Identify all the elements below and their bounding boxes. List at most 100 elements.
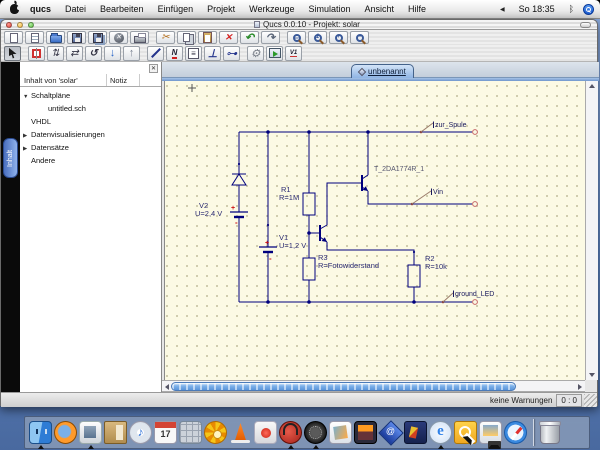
column-divider[interactable]	[139, 74, 140, 86]
dock-firefox-icon[interactable]	[54, 421, 77, 444]
insert-wire-label-button[interactable]	[166, 46, 183, 61]
mirror-about-x-button[interactable]	[47, 46, 64, 61]
sidebar-tab-inhalt[interactable]: Inhalt	[3, 138, 18, 178]
schematic-canvas[interactable]: + - V2 U=2,4 V + - V1 U=1,2 V R1	[164, 81, 585, 380]
new-text-document-button[interactable]	[25, 31, 44, 44]
zoom-out-button[interactable]	[350, 31, 369, 44]
dock-photo-viewer-icon[interactable]	[329, 421, 352, 444]
horizontal-scrollbar[interactable]	[162, 380, 585, 392]
pop-out-of-subcircuit-button[interactable]	[123, 46, 140, 61]
tree-item-andere[interactable]: Andere	[20, 154, 161, 167]
rotate-component-button[interactable]	[85, 46, 102, 61]
menu-werkzeuge[interactable]: Werkzeuge	[242, 0, 301, 19]
battery-v1[interactable]: + - V1 U=1,2 V	[259, 233, 306, 263]
dock-compass-dial-icon[interactable]	[304, 421, 327, 444]
dock-safari-icon[interactable]	[504, 421, 527, 444]
wire-net[interactable]	[239, 132, 472, 302]
close-file-button[interactable]	[109, 31, 128, 44]
delete-button[interactable]	[219, 31, 238, 44]
resistor-r1[interactable]: R1 R=1M	[279, 185, 315, 215]
transistor-q1[interactable]: T_2DA1774R_1	[362, 166, 424, 191]
cut-button[interactable]	[156, 31, 175, 44]
menu-projekt[interactable]: Projekt	[200, 0, 242, 19]
push-into-subcircuit-button[interactable]	[104, 46, 121, 61]
volume-icon[interactable]	[493, 0, 512, 20]
net-label-vin[interactable]: Vin	[411, 189, 443, 206]
deactivate-component-button[interactable]	[28, 46, 45, 61]
dock-ical-icon[interactable]: 17	[154, 421, 177, 444]
dock-blue-diamond-app-icon[interactable]	[379, 421, 402, 444]
toolbar-toggle-pill[interactable]	[580, 22, 591, 28]
battery-v2[interactable]: + - V2 U=2,4 V	[195, 201, 248, 227]
menu-clock[interactable]: So 18:35	[512, 0, 562, 19]
new-document-button[interactable]	[4, 31, 23, 44]
scroll-down-arrow-icon[interactable]	[589, 373, 595, 377]
spotlight-icon[interactable]	[583, 4, 594, 15]
menu-hilfe[interactable]: Hilfe	[401, 0, 433, 19]
dock-preview-icon[interactable]	[79, 421, 102, 444]
minimize-window-button[interactable]	[17, 22, 23, 28]
horizontal-scroll-thumb[interactable]	[171, 382, 516, 391]
tree-item-datenvisualisierungen[interactable]: ▶Datenvisualisierungen	[20, 128, 161, 141]
dock-audio-app-icon[interactable]	[279, 421, 302, 444]
dock-finder-icon[interactable]	[29, 421, 52, 444]
open-file-button[interactable]	[46, 31, 65, 44]
set-marker-button[interactable]	[285, 46, 302, 61]
insert-ground-button[interactable]	[204, 46, 221, 61]
dock-photo-editor-icon[interactable]	[354, 421, 377, 444]
tree-item-schaltplaene[interactable]: ▼Schaltpläne	[20, 89, 161, 102]
zoom-in-button[interactable]	[329, 31, 348, 44]
dock-calculator-icon[interactable]	[179, 421, 202, 444]
vertical-scrollbar[interactable]	[585, 81, 598, 380]
redo-button[interactable]	[261, 31, 280, 44]
tab-unbenannt[interactable]: unbenannt	[351, 64, 414, 78]
select-pointer-button[interactable]	[4, 46, 21, 61]
apple-menu-icon[interactable]	[10, 4, 19, 14]
menu-simulation[interactable]: Simulation	[301, 0, 357, 19]
tree-item-untitled-sch[interactable]: untitled.sch	[20, 102, 161, 115]
scroll-right-arrow-icon[interactable]	[578, 384, 582, 390]
dock-address-book-icon[interactable]	[104, 421, 127, 444]
dock-internet-explorer-icon[interactable]	[429, 421, 452, 444]
menu-datei[interactable]: Datei	[58, 0, 93, 19]
dock-toast-icon[interactable]	[254, 421, 277, 444]
mirror-about-y-button[interactable]	[66, 46, 83, 61]
column-divider[interactable]	[106, 74, 107, 86]
zoom-one-to-one-button[interactable]	[308, 31, 327, 44]
dock-sherlock-icon[interactable]	[454, 421, 477, 444]
menu-ansicht[interactable]: Ansicht	[358, 0, 402, 19]
print-button[interactable]	[130, 31, 149, 44]
insert-equation-button[interactable]	[185, 46, 202, 61]
open-node-circles[interactable]	[473, 130, 478, 305]
scroll-up-arrow-icon[interactable]	[589, 84, 595, 88]
scroll-left-arrow-icon[interactable]	[165, 384, 169, 390]
dock-itunes-icon[interactable]	[129, 421, 152, 444]
dock-trash-icon[interactable]	[540, 423, 560, 444]
transistor-q2[interactable]	[320, 225, 327, 242]
tree-item-datensaetze[interactable]: ▶Datensätze	[20, 141, 161, 154]
panel-close-button[interactable]	[149, 64, 158, 73]
save-all-button[interactable]	[88, 31, 107, 44]
menu-qucs[interactable]: qucs	[23, 0, 58, 19]
insert-wire-button[interactable]	[147, 46, 164, 61]
close-window-button[interactable]	[6, 22, 12, 28]
diode-component[interactable]	[232, 174, 246, 185]
tree-item-vhdl[interactable]: VHDL	[20, 115, 161, 128]
copy-button[interactable]	[177, 31, 196, 44]
dock-nti-cd-burner-icon[interactable]	[204, 421, 227, 444]
view-data-display-button[interactable]	[266, 46, 283, 61]
bluetooth-icon[interactable]	[562, 0, 581, 19]
dock-vlc-icon[interactable]	[229, 421, 252, 444]
expand-arrow-icon[interactable]: ▼	[23, 91, 31, 104]
dock-iphoto-icon[interactable]	[479, 421, 502, 444]
resistor-r3[interactable]: R3 R=Fotowiderstand	[303, 253, 379, 280]
zoom-fit-button[interactable]	[287, 31, 306, 44]
menu-einfuegen[interactable]: Einfügen	[151, 0, 201, 19]
insert-port-button[interactable]	[223, 46, 240, 61]
simulate-button[interactable]	[247, 46, 264, 61]
paste-button[interactable]	[198, 31, 217, 44]
resize-grip[interactable]	[584, 394, 597, 407]
save-button[interactable]	[67, 31, 86, 44]
menu-bearbeiten[interactable]: Bearbeiten	[93, 0, 151, 19]
dock-appleworks-icon[interactable]	[404, 421, 427, 444]
